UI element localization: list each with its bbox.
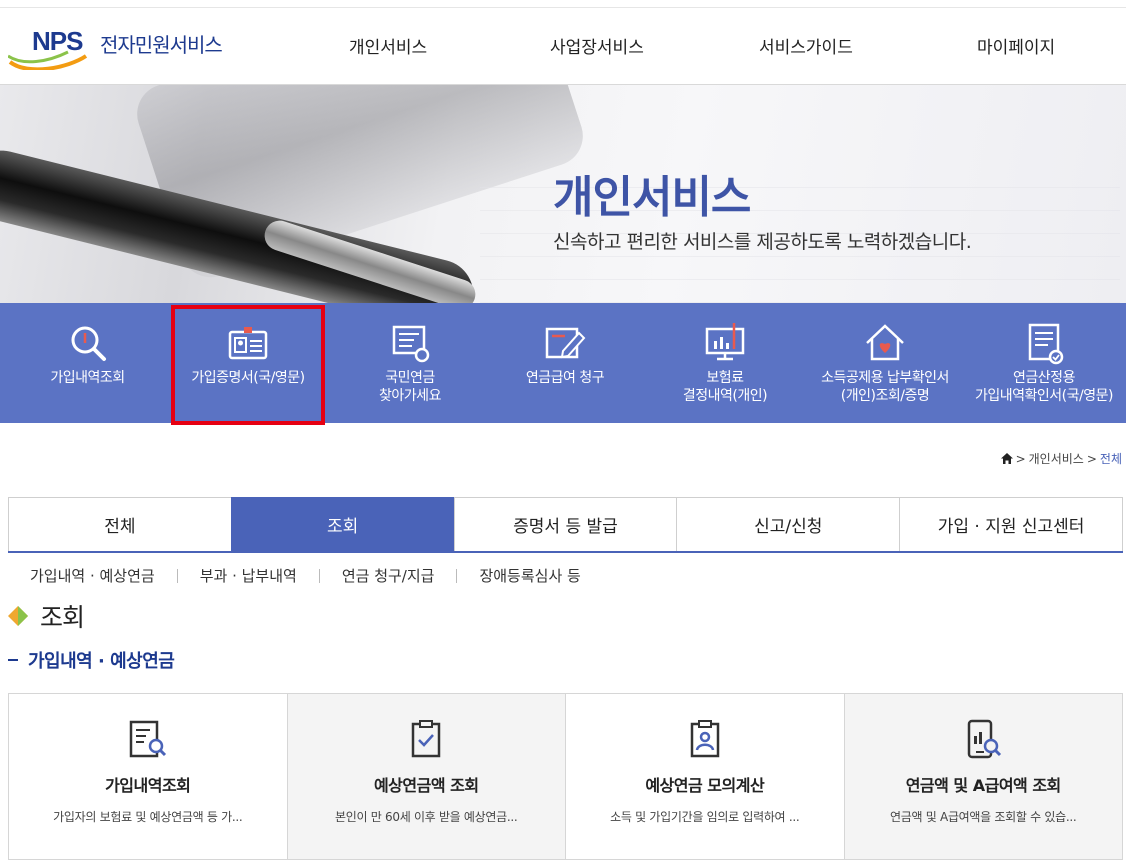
quick-item-label: 연금급여 청구 [525,370,605,386]
home-icon[interactable] [1000,453,1013,464]
subnav-charge-payment[interactable]: 부과 · 납부내역 [200,565,297,586]
card-expected-pension[interactable]: 예상연금액 조회 본인이 만 60세 이후 받을 예상연금... [286,694,565,859]
quick-item-enrollment-inquiry[interactable]: 가입내역조회 [10,303,165,423]
quick-item-enrollment-confirmation[interactable]: 연금산정용 가입내역확인서(국/영문) [962,303,1126,423]
section-heading: 조회 [8,598,85,634]
card-title: 가입내역조회 [105,776,191,795]
card-description: 본인이 만 60세 이후 받을 예상연금... [335,810,518,824]
card-title: 예상연금 모의계산 [645,776,765,795]
quick-item-label: 소득공제용 납부확인서 (개인)조회/증명 [821,370,949,404]
nav-business-service[interactable]: 사업장서비스 [550,33,644,58]
document-list-icon [1028,323,1064,365]
breadcrumb-item-current[interactable]: 전체 [1100,450,1122,467]
breadcrumb-separator: > [1015,451,1026,466]
logo[interactable]: NPS 전자민원서비스 [8,26,248,70]
document-search-icon [129,720,166,758]
card-title: 연금액 및 A급여액 조회 [905,776,1062,795]
subnav-divider [318,568,320,583]
subnav-disability-review[interactable]: 장애등록심사 등 [479,565,580,586]
house-heart-icon [866,324,904,361]
quick-item-label: 연금산정용 가입내역확인서(국/영문) [975,370,1113,404]
subnav-divider [176,568,178,583]
card-description: 소득 및 가입기간을 임의로 입력하여 ... [610,810,800,824]
tab-all[interactable]: 전체 [8,497,232,551]
section-title: 조회 [40,603,85,632]
card-title: 예상연금액 조회 [373,776,479,795]
service-cards: 가입내역조회 가입자의 보험료 및 예상연금액 등 가... 예상연금액 조회 … [8,693,1123,860]
quick-item-payment-confirmation[interactable]: 소득공제용 납부확인서 (개인)조회/증명 [805,303,965,423]
logo-nps: NPS [32,26,83,56]
card-description: 연금액 및 A급여액을 조회할 수 있습... [890,810,1077,824]
tab-report-apply[interactable]: 신고/신청 [676,497,901,551]
mobile-chart-search-icon [968,719,1002,759]
hero-banner: 개인서비스 신속하고 편리한 서비스를 제공하도록 노력하겠습니다. [0,85,1126,303]
quick-menu: 가입내역조회 가입증명서(국/영문) 국민연금 찾아가세요 연금급여 청구 보험… [0,303,1126,423]
highlight-box [171,305,325,425]
card-pension-a-amount[interactable]: 연금액 및 A급여액 조회 연금액 및 A급여액을 조회할 수 있습... [843,694,1122,859]
subnav-enrollment-pension[interactable]: 가입내역 · 예상연금 [30,565,155,586]
search-icon [71,326,106,361]
card-pension-simulation[interactable]: 예상연금 모의계산 소득 및 가입기간을 임의로 입력하여 ... [565,694,844,859]
breadcrumb-separator: > [1086,451,1097,466]
card-enrollment-inquiry[interactable]: 가입내역조회 가입자의 보험료 및 예상연금액 등 가... [9,694,287,859]
sub-nav: 가입내역 · 예상연금 부과 · 납부내역 연금 청구/지급 장애등록심사 등 [30,565,581,586]
hero-title: 개인서비스 [553,172,751,223]
quick-item-label: 국민연금 찾아가세요 [379,370,441,404]
quick-item-pension-find[interactable]: 국민연금 찾아가세요 [330,303,490,423]
tab-support-center[interactable]: 가입 · 지원 신고센터 [899,497,1123,551]
chart-monitor-icon [705,323,745,361]
edit-document-icon [545,327,586,359]
hero-subtitle: 신속하고 편리한 서비스를 제공하도록 노력하겠습니다. [553,231,972,253]
breadcrumb-item[interactable]: 개인서비스 [1029,450,1084,467]
subsection-heading: 가입내역 · 예상연금 [8,647,175,673]
card-description: 가입자의 보험료 및 예상연금액 등 가... [53,810,243,824]
logo-service-name: 전자민원서비스 [100,33,223,57]
subsection-title: 가입내역 · 예상연금 [28,651,175,672]
top-line [0,0,1126,8]
clipboard-check-icon [412,720,441,758]
nav-service-guide[interactable]: 서비스가이드 [759,33,853,58]
quick-item-label: 보험료 결정내역(개인) [682,370,768,404]
subnav-pension-claim[interactable]: 연금 청구/지급 [342,565,435,586]
quick-item-benefit-claim[interactable]: 연금급여 청구 [490,303,640,423]
dash-icon [8,659,18,661]
clipboard-person-icon [690,720,719,758]
quick-item-label: 가입내역조회 [50,370,125,386]
subnav-divider [456,568,458,583]
quick-item-premium-decision[interactable]: 보험료 결정내역(개인) [650,303,800,423]
tab-inquiry[interactable]: 조회 [230,497,455,551]
nav-mypage[interactable]: 마이페이지 [977,33,1055,58]
nav-personal-service[interactable]: 개인서비스 [349,33,427,58]
tab-certificate-issue[interactable]: 증명서 등 발급 [453,497,678,551]
diamond-icon [8,606,28,626]
breadcrumb: > 개인서비스 > 전체 [1000,450,1122,467]
category-tabs: 전체 조회 증명서 등 발급 신고/신청 가입 · 지원 신고센터 [8,497,1123,553]
site-header: NPS 전자민원서비스 개인서비스 사업장서비스 서비스가이드 마이페이지 [0,8,1126,85]
document-check-icon [392,325,430,363]
